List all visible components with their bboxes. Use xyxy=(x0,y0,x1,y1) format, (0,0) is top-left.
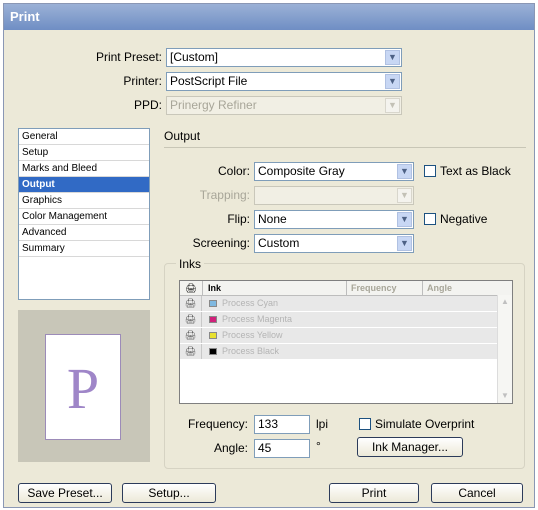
chevron-down-icon: ▼ xyxy=(385,98,400,113)
table-row[interactable]: 🖨 Process Black xyxy=(180,344,498,360)
print-preset-value: [Custom] xyxy=(170,50,219,64)
trapping-label: Trapping: xyxy=(199,188,250,202)
frequency-label: Frequency: xyxy=(187,417,248,431)
sidebar-item-setup[interactable]: Setup xyxy=(19,145,149,161)
inks-scrollbar[interactable]: ▲ ▼ xyxy=(497,295,512,403)
print-preset-select[interactable]: [Custom] ▼ xyxy=(166,48,402,67)
scroll-down-icon[interactable]: ▼ xyxy=(498,389,512,403)
chevron-down-icon[interactable]: ▼ xyxy=(397,164,412,179)
frequency-input[interactable]: 133 xyxy=(254,415,310,434)
table-row[interactable]: 🖨 Process Cyan xyxy=(180,296,498,312)
ppd-value: Prinergy Refiner xyxy=(170,98,257,112)
ink-name: Process Cyan xyxy=(222,298,279,308)
chevron-down-icon: ▼ xyxy=(397,188,412,203)
printer-icon[interactable]: 🖨 xyxy=(180,328,202,343)
angle-unit: ° xyxy=(316,439,321,453)
color-value: Composite Gray xyxy=(258,164,345,178)
sidebar-item-output[interactable]: Output xyxy=(19,177,149,193)
ppd-select[interactable]: Prinergy Refiner ▼ xyxy=(166,96,402,115)
sidebar-item-general[interactable]: General xyxy=(19,129,149,145)
negative-label: Negative xyxy=(440,212,488,226)
column-header-ink[interactable]: Ink xyxy=(208,281,221,295)
save-preset-button[interactable]: Save Preset... xyxy=(18,483,112,503)
negative-checkbox[interactable] xyxy=(424,213,436,225)
ink-name: Process Black xyxy=(222,346,280,356)
sidebar-item-summary[interactable]: Summary xyxy=(19,241,149,257)
ink-name: Process Yellow xyxy=(222,330,283,340)
chevron-down-icon[interactable]: ▼ xyxy=(385,74,400,89)
table-row[interactable]: 🖨 Process Yellow xyxy=(180,328,498,344)
printer-icon[interactable]: 🖨 xyxy=(180,296,202,311)
print-preset-label: Print Preset: xyxy=(95,50,162,64)
dialog-title: Print xyxy=(4,4,534,30)
column-header-angle[interactable]: Angle xyxy=(422,281,497,295)
scroll-up-icon[interactable]: ▲ xyxy=(498,295,512,309)
sidebar-item-advanced[interactable]: Advanced xyxy=(19,225,149,241)
cancel-button[interactable]: Cancel xyxy=(431,483,523,503)
screening-value: Custom xyxy=(258,236,300,250)
simulate-overprint-checkbox[interactable] xyxy=(359,418,371,430)
ink-name: Process Magenta xyxy=(222,314,293,324)
angle-label: Angle: xyxy=(213,441,248,455)
flip-select[interactable]: None ▼ xyxy=(254,210,414,229)
swatch-icon xyxy=(209,300,217,307)
preview-letter: P xyxy=(66,356,100,421)
chevron-down-icon[interactable]: ▼ xyxy=(397,212,412,227)
chevron-down-icon[interactable]: ▼ xyxy=(397,236,412,251)
swatch-icon xyxy=(209,332,217,339)
category-list[interactable]: General Setup Marks and Bleed Output Gra… xyxy=(18,128,150,300)
sidebar-item-marks-and-bleed[interactable]: Marks and Bleed xyxy=(19,161,149,177)
output-section-title: Output xyxy=(164,129,201,143)
inks-group-title: Inks xyxy=(176,257,205,271)
simulate-overprint-label: Simulate Overprint xyxy=(375,417,475,431)
printer-column-icon: 🖨 xyxy=(180,281,203,295)
frequency-unit: lpi xyxy=(316,417,329,431)
chevron-down-icon[interactable]: ▼ xyxy=(385,50,400,65)
sidebar-item-graphics[interactable]: Graphics xyxy=(19,193,149,209)
ppd-label: PPD: xyxy=(133,98,162,112)
swatch-icon xyxy=(209,348,217,355)
table-row[interactable]: 🖨 Process Magenta xyxy=(180,312,498,328)
printer-value: PostScript File xyxy=(170,74,248,88)
sidebar-item-color-management[interactable]: Color Management xyxy=(19,209,149,225)
section-divider xyxy=(164,147,526,148)
column-header-frequency[interactable]: Frequency xyxy=(346,281,421,295)
inks-table[interactable]: 🖨 Ink Frequency Angle 🖨 Process Cyan 🖨 P… xyxy=(179,280,513,404)
trapping-select[interactable]: ▼ xyxy=(254,186,414,205)
print-dialog: Print Print Preset: [Custom] ▼ Printer: … xyxy=(3,3,535,508)
printer-select[interactable]: PostScript File ▼ xyxy=(166,72,402,91)
ink-manager-button[interactable]: Ink Manager... xyxy=(357,437,463,457)
angle-input[interactable]: 45 xyxy=(254,439,310,458)
color-select[interactable]: Composite Gray ▼ xyxy=(254,162,414,181)
preview-page: P xyxy=(45,334,121,440)
inks-table-header: 🖨 Ink Frequency Angle xyxy=(180,281,512,296)
page-preview: P xyxy=(18,310,150,462)
flip-value: None xyxy=(258,212,287,226)
color-label: Color: xyxy=(217,164,250,178)
print-button[interactable]: Print xyxy=(329,483,419,503)
screening-label: Screening: xyxy=(192,236,250,250)
text-as-black-checkbox[interactable] xyxy=(424,165,436,177)
printer-icon[interactable]: 🖨 xyxy=(180,344,202,359)
flip-label: Flip: xyxy=(227,212,250,226)
setup-button[interactable]: Setup... xyxy=(122,483,216,503)
printer-icon[interactable]: 🖨 xyxy=(180,312,202,327)
printer-label: Printer: xyxy=(123,74,162,88)
screening-select[interactable]: Custom ▼ xyxy=(254,234,414,253)
text-as-black-label: Text as Black xyxy=(440,164,511,178)
swatch-icon xyxy=(209,316,217,323)
